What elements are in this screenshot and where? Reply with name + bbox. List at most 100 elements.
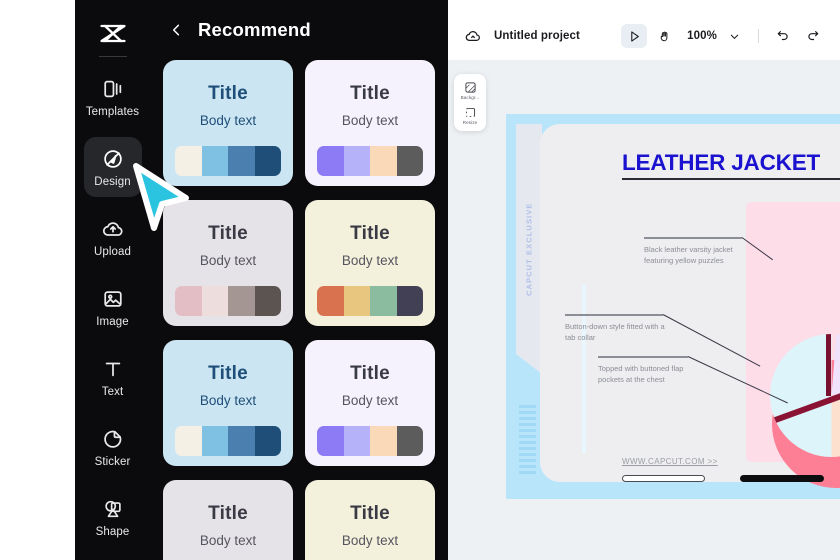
- product-graphic: $: [770, 334, 840, 457]
- redo-icon[interactable]: [800, 24, 826, 48]
- template-card[interactable]: Title Body text: [305, 340, 435, 466]
- color-swatch[interactable]: [370, 286, 397, 316]
- template-card[interactable]: TitleBody text: [163, 200, 293, 326]
- recommend-panel: Recommend TitleBody textTitleBody textTi…: [150, 0, 448, 560]
- color-swatch[interactable]: [344, 146, 371, 176]
- pill-solid: [740, 475, 823, 482]
- color-swatch[interactable]: [344, 286, 371, 316]
- sidebar-item-text[interactable]: Text: [84, 347, 142, 407]
- toolbar-actions: 100%: [621, 24, 826, 48]
- cloud-sync-icon: [462, 25, 484, 47]
- chevron-left-icon[interactable]: [166, 19, 186, 41]
- sidebar-item-label: Sticker: [95, 456, 131, 468]
- hand-pan-icon[interactable]: [651, 24, 677, 48]
- color-swatch[interactable]: [175, 286, 202, 316]
- color-swatch[interactable]: [255, 286, 282, 316]
- color-swatch-row[interactable]: [175, 426, 281, 456]
- toolbar-divider: [758, 29, 759, 43]
- annotation-rule: [644, 237, 742, 239]
- design-url: WWW.CAPCUT.COM >>: [622, 457, 718, 466]
- sidebar-item-label: Templates: [86, 106, 139, 118]
- card-title: Title: [350, 83, 390, 105]
- color-swatch[interactable]: [202, 146, 229, 176]
- color-swatch[interactable]: [317, 286, 344, 316]
- color-swatch[interactable]: [255, 426, 282, 456]
- card-body-text: Body text: [200, 253, 256, 268]
- color-swatch[interactable]: [175, 426, 202, 456]
- color-swatch[interactable]: [228, 286, 255, 316]
- panel-header: Recommend: [150, 0, 448, 60]
- accent-line: [582, 284, 586, 454]
- pill-row: [622, 474, 840, 482]
- template-card[interactable]: TitleBody text: [163, 340, 293, 466]
- card-body-text: Body text: [200, 393, 256, 408]
- zoom-level[interactable]: 100%: [687, 30, 717, 42]
- annotation-text: Black leather varsity jacket featuring y…: [644, 245, 746, 266]
- color-swatch-row[interactable]: [317, 426, 423, 456]
- sidebar-item-label: Text: [102, 386, 124, 398]
- template-card[interactable]: TitleBody text: [305, 480, 435, 560]
- sidebar-item-design[interactable]: Design: [84, 137, 142, 197]
- design-artboard[interactable]: CAPCUT EXCLUSIVE LEATHER JACKET: [506, 114, 840, 499]
- chevron-down-icon[interactable]: [721, 24, 747, 48]
- sidebar-item-templates[interactable]: Templates: [84, 67, 142, 127]
- design-brush-icon: [100, 146, 126, 172]
- color-swatch[interactable]: [317, 146, 344, 176]
- card-title: Title: [208, 83, 248, 105]
- color-swatch-row[interactable]: [317, 286, 423, 316]
- card-title: Title: [208, 503, 248, 525]
- barcode-decoration: [519, 405, 536, 475]
- editor-toolbar: Untitled project 100%: [448, 12, 840, 60]
- color-swatch[interactable]: [370, 146, 397, 176]
- card-body-text: Body text: [342, 113, 398, 128]
- template-card-grid: Title Body text Title Body text Title Body te…: [150, 60, 448, 560]
- background-tool-label: Backgr...: [461, 95, 480, 100]
- canvas-stage[interactable]: Backgr... Resize CAPCUT EXCLUSIVE: [448, 60, 840, 560]
- color-swatch[interactable]: [175, 146, 202, 176]
- color-swatch[interactable]: [370, 426, 397, 456]
- capcut-logo-icon[interactable]: [93, 16, 133, 50]
- color-swatch[interactable]: [397, 286, 424, 316]
- color-swatch-row[interactable]: [317, 146, 423, 176]
- sidebar-item-label: Shape: [96, 526, 130, 538]
- color-swatch[interactable]: [397, 426, 424, 456]
- template-card[interactable]: TitleBody text: [163, 480, 293, 560]
- annotation-text: Topped with buttoned flap pockets at the…: [598, 364, 700, 385]
- template-card[interactable]: Title Body text: [305, 60, 435, 186]
- sidebar-item-image[interactable]: Image: [84, 277, 142, 337]
- project-name[interactable]: Untitled project: [494, 30, 580, 42]
- color-swatch-row[interactable]: [175, 286, 281, 316]
- resize-tool[interactable]: Resize: [455, 105, 485, 125]
- sidebar-item-upload[interactable]: Upload: [84, 207, 142, 267]
- sidebar-item-sticker[interactable]: Sticker: [84, 417, 142, 477]
- pie-divider-vertical: [826, 334, 831, 396]
- headline-rule: [622, 178, 840, 180]
- resize-icon: [463, 105, 477, 119]
- card-title: Title: [350, 503, 390, 525]
- color-swatch[interactable]: [228, 146, 255, 176]
- color-swatch-row[interactable]: [175, 146, 281, 176]
- cursor-select-icon[interactable]: [621, 24, 647, 48]
- color-swatch[interactable]: [255, 146, 282, 176]
- color-swatch[interactable]: [202, 286, 229, 316]
- template-card[interactable]: Title Body text: [163, 60, 293, 186]
- color-swatch[interactable]: [228, 426, 255, 456]
- image-icon: [100, 286, 126, 312]
- shape-icon: [100, 496, 126, 522]
- color-swatch[interactable]: [344, 426, 371, 456]
- color-swatch[interactable]: [202, 426, 229, 456]
- undo-icon[interactable]: [770, 24, 796, 48]
- annotation-text: Button-down style fitted with a tab coll…: [565, 322, 667, 343]
- card-title: Title: [350, 363, 390, 385]
- sidebar-rail: Templates Design Upload Image Text Sticker Sha…: [75, 0, 150, 560]
- page-title: Recommend: [198, 19, 311, 41]
- sidebar-item-shape[interactable]: Shape: [84, 487, 142, 547]
- color-swatch[interactable]: [397, 146, 424, 176]
- card-body-text: Body text: [342, 253, 398, 268]
- background-tool[interactable]: Backgr...: [455, 80, 485, 100]
- color-swatch[interactable]: [317, 426, 344, 456]
- card-body-text: Body text: [200, 113, 256, 128]
- artboard-content: LEATHER JACKET $: [540, 124, 840, 482]
- template-card[interactable]: TitleBody text: [305, 200, 435, 326]
- card-body-text: Body text: [342, 393, 398, 408]
